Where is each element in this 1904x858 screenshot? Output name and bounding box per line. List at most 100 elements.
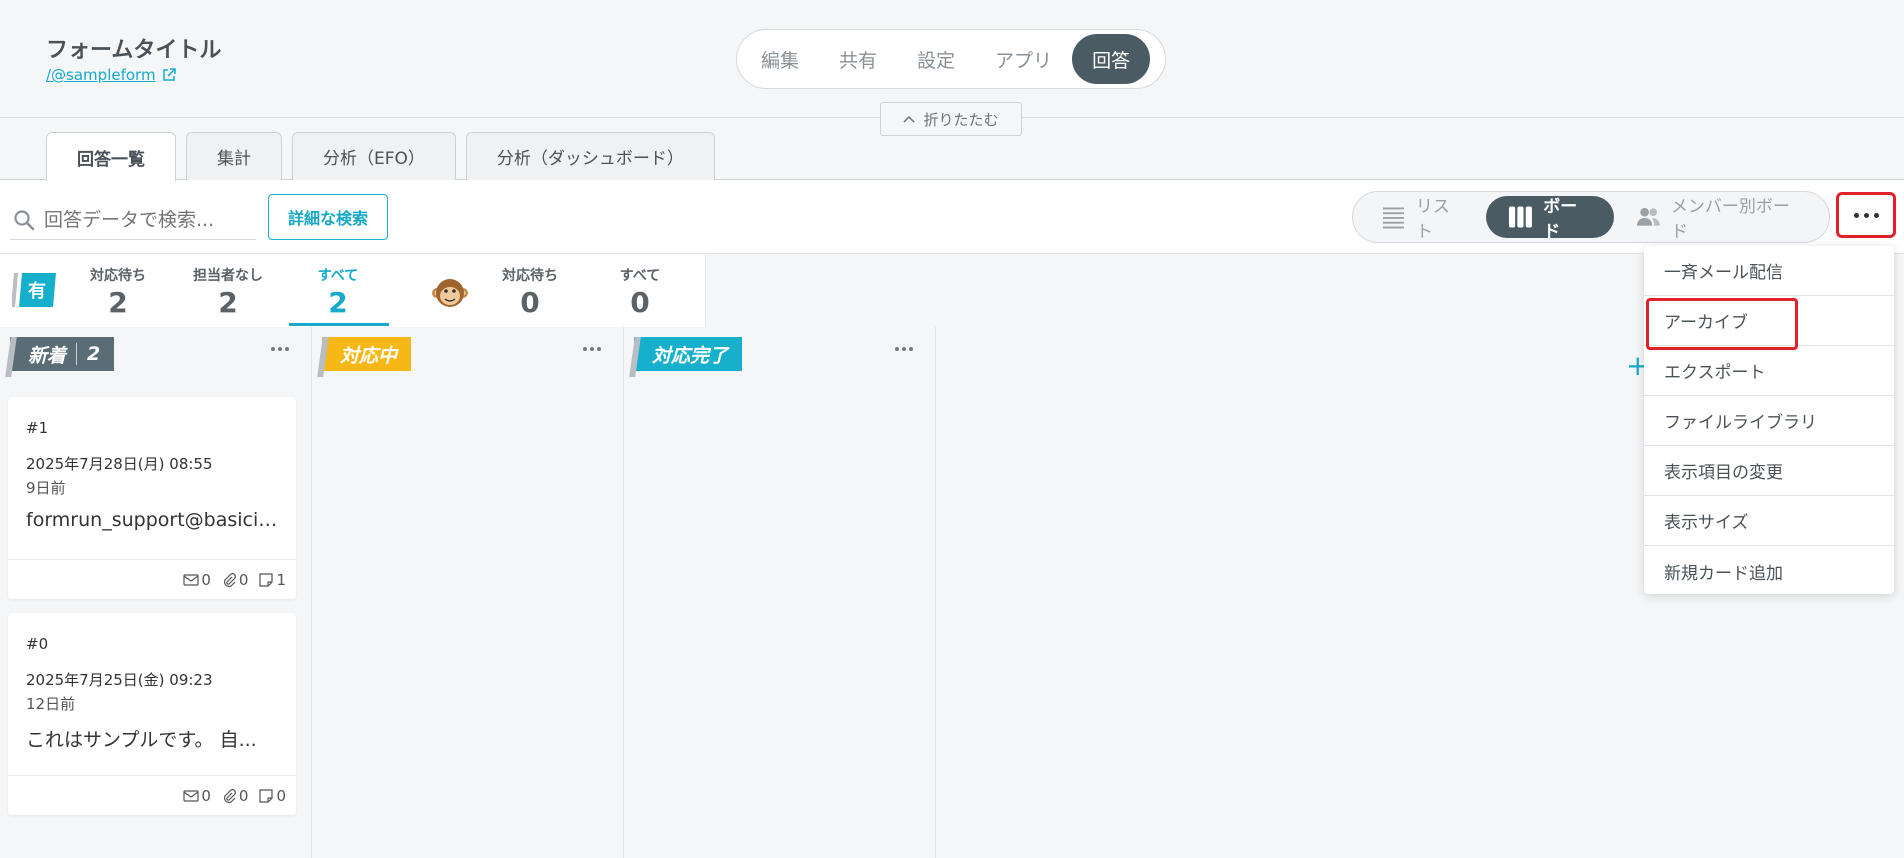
- menu-file-library[interactable]: ファイルライブラリ: [1644, 396, 1894, 446]
- stat-label: 担当者なし: [193, 268, 263, 284]
- stat-my-waiting[interactable]: 対応待ち 0: [480, 265, 580, 321]
- nav-edit[interactable]: 編集: [741, 34, 819, 84]
- column-menu-icon[interactable]: [895, 347, 913, 351]
- stat-unassigned[interactable]: 担当者なし 2: [178, 265, 278, 321]
- tab-efo-analysis[interactable]: 分析（EFO）: [292, 132, 456, 180]
- stat-label: 対応待ち: [90, 268, 146, 284]
- attachment-count: 0: [221, 786, 249, 805]
- note-count: 1: [258, 571, 286, 589]
- card-date: 2025年7月28日(月) 08:55: [26, 455, 213, 473]
- view-member-board[interactable]: メンバー別ボード: [1614, 196, 1823, 242]
- note-icon: [259, 572, 274, 587]
- card-relative-time: 9日前: [26, 479, 66, 497]
- more-options-button[interactable]: [1836, 192, 1896, 238]
- form-url-text[interactable]: /@sampleform: [46, 66, 156, 84]
- note-count-value: 1: [276, 570, 286, 589]
- column-header[interactable]: 対応中: [322, 337, 412, 371]
- nav-settings[interactable]: 設定: [897, 34, 975, 84]
- column-title: 対応完了: [652, 344, 729, 367]
- more-options-menu: 一斉メール配信 アーカイブ エクスポート ファイルライブラリ 表示項目の変更 表…: [1644, 246, 1894, 594]
- mail-count-value: 0: [201, 570, 211, 589]
- column-label-in-progress: 対応中: [322, 337, 412, 371]
- column-count: 2: [76, 343, 100, 365]
- board-icon: [1509, 206, 1533, 228]
- main-nav: 編集 共有 設定 アプリ 回答: [736, 29, 1166, 89]
- note-count-value: 0: [276, 786, 286, 805]
- menu-add-card[interactable]: 新規カード追加: [1644, 546, 1894, 596]
- response-card[interactable]: #1 2025年7月28日(月) 08:55 9日前 formrun_suppo…: [8, 397, 296, 599]
- stat-value: 2: [218, 286, 238, 319]
- card-body: formrun_support@basicinc...: [26, 509, 286, 531]
- column-header[interactable]: 新着 2: [10, 337, 115, 371]
- stat-my-all[interactable]: すべて 0: [590, 265, 690, 321]
- attachment-count-value: 0: [238, 786, 249, 805]
- stat-label: すべて: [317, 268, 359, 284]
- note-count: 0: [258, 787, 286, 805]
- stat-value: 0: [520, 286, 540, 319]
- paperclip-icon: [223, 572, 236, 587]
- external-link-icon: [162, 68, 176, 81]
- column-new: 新着 2 #1 2025年7月28日(月) 08:55 9日前 formrun_…: [0, 327, 312, 858]
- mail-count: 0: [183, 571, 211, 589]
- more-dot: [1863, 212, 1869, 218]
- search-box: [10, 200, 256, 240]
- chevron-up-icon: [903, 115, 916, 123]
- nav-share[interactable]: 共有: [819, 34, 897, 84]
- collapse-button[interactable]: 折りたたむ: [880, 102, 1022, 136]
- view-toggle: リスト ボード メンバー別ボード: [1352, 191, 1830, 243]
- card-footer: 0 0 0: [8, 775, 296, 815]
- attachment-count: 0: [221, 570, 249, 589]
- menu-bulk-email[interactable]: 一斉メール配信: [1644, 246, 1894, 296]
- attachment-count-value: 0: [238, 570, 249, 589]
- nav-apps[interactable]: アプリ: [975, 34, 1072, 84]
- response-card[interactable]: #0 2025年7月25日(金) 09:23 12日前 これはサンプルです。 自…: [8, 613, 296, 815]
- advanced-search-button[interactable]: 詳細な検索: [268, 194, 388, 240]
- view-list-label: リスト: [1415, 197, 1450, 242]
- menu-change-display-fields[interactable]: 表示項目の変更: [1644, 446, 1894, 496]
- view-board-label: ボード: [1543, 197, 1578, 242]
- card-number: #1: [26, 419, 49, 437]
- column-menu-icon[interactable]: [583, 347, 601, 351]
- column-title: 対応中: [340, 344, 398, 367]
- mail-count-value: 0: [201, 786, 211, 805]
- menu-display-size[interactable]: 表示サイズ: [1644, 496, 1894, 546]
- stat-label: すべて: [619, 268, 661, 284]
- tab-response-list[interactable]: 回答一覧: [46, 132, 176, 181]
- header: フォームタイトル /@sampleform 編集 共有 設定 アプリ 回答: [0, 0, 1904, 118]
- assigned-to-you-badge: 有: [12, 273, 56, 307]
- search-input[interactable]: [44, 208, 244, 231]
- monkey-avatar-icon: [432, 279, 468, 307]
- view-list[interactable]: リスト: [1359, 196, 1486, 242]
- view-board[interactable]: ボード: [1486, 196, 1614, 242]
- card-footer: 0 0 1: [8, 559, 296, 599]
- stats-bar: 有 対応待ち 2 担当者なし 2 すべて 2 対応待ち 0 すべて 0: [0, 255, 706, 327]
- stat-value: 2: [108, 286, 128, 319]
- search-icon: [14, 209, 35, 230]
- stat-label: 対応待ち: [502, 268, 558, 284]
- active-stat-underline: [289, 323, 389, 326]
- menu-archive[interactable]: アーカイブ: [1644, 296, 1894, 350]
- view-member-board-label: メンバー別ボード: [1670, 197, 1790, 242]
- kanban-board: 新着 2 #1 2025年7月28日(月) 08:55 9日前 formrun_…: [0, 327, 1904, 858]
- column-header[interactable]: 対応完了: [634, 337, 743, 371]
- mail-icon: [183, 789, 199, 802]
- paperclip-icon: [223, 788, 236, 803]
- stat-all[interactable]: すべて 2: [288, 265, 388, 321]
- tab-dashboard-analysis[interactable]: 分析（ダッシュボード）: [465, 132, 715, 180]
- response-tabs: 回答一覧 集計 分析（EFO） 分析（ダッシュボード）: [46, 132, 715, 181]
- mail-icon: [183, 573, 199, 586]
- note-icon: [259, 788, 274, 803]
- column-label-new: 新着 2: [10, 337, 115, 371]
- stat-value: 0: [630, 286, 650, 319]
- list-icon: [1382, 207, 1404, 229]
- form-url-link[interactable]: /@sampleform: [46, 66, 176, 84]
- nav-responses[interactable]: 回答: [1072, 34, 1151, 84]
- badge-text: 有: [28, 280, 46, 302]
- column-menu-icon[interactable]: [271, 347, 289, 351]
- card-body: これはサンプルです。 自...: [26, 729, 257, 751]
- tab-summary[interactable]: 集計: [186, 132, 282, 180]
- menu-export[interactable]: エクスポート: [1644, 346, 1894, 396]
- toolbar: 詳細な検索 リスト ボード メンバー別ボード: [0, 180, 1904, 254]
- stat-waiting[interactable]: 対応待ち 2: [68, 265, 168, 321]
- column-done: 対応完了: [624, 327, 936, 858]
